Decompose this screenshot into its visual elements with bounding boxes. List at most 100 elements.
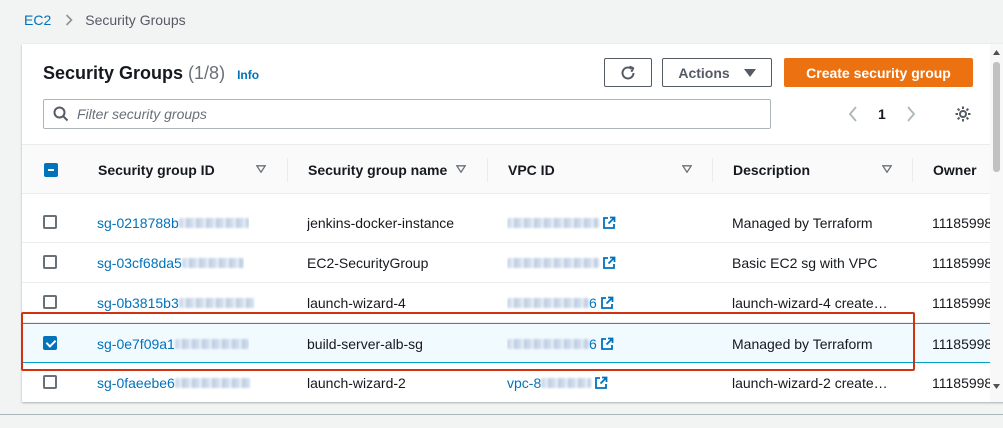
sort-icon[interactable] (456, 145, 466, 173)
external-link-icon (600, 296, 614, 310)
row-checkbox[interactable] (43, 336, 57, 350)
current-page-number[interactable]: 1 (878, 106, 886, 122)
security-group-id-link[interactable]: sg-0faeebe6 (97, 363, 251, 402)
breadcrumb-current: Security Groups (85, 12, 186, 28)
column-label: Security group name (308, 162, 448, 178)
redacted-text (174, 378, 251, 388)
security-group-id-link[interactable]: sg-03cf68da5 (97, 243, 244, 283)
description: Managed by Terraform (732, 336, 873, 352)
table-row[interactable]: sg-0218788b jenkins-docker-instance Mana… (22, 203, 1003, 243)
external-link-icon (594, 376, 608, 390)
column-label: VPC ID (508, 162, 555, 178)
sg-id-text: sg-0e7f09a1 (97, 336, 175, 352)
sg-id-text: sg-0b3815b3 (97, 295, 179, 311)
column-label: Description (733, 162, 811, 178)
vpc-id-link[interactable] (507, 203, 616, 243)
column-header-vpc-id[interactable]: VPC ID (508, 145, 555, 195)
vpc-id-link[interactable]: 6 (507, 283, 614, 323)
external-link-icon (602, 216, 616, 230)
description: launch-wizard-2 create… (732, 375, 888, 391)
security-group-name: build-server-alb-sg (307, 336, 423, 352)
refresh-icon (619, 64, 637, 82)
column-divider[interactable] (912, 158, 913, 182)
selection-count: (1/8) (188, 63, 226, 83)
redacted-text (174, 339, 249, 349)
create-security-group-button[interactable]: Create security group (784, 58, 973, 87)
column-divider[interactable] (712, 158, 713, 182)
sg-id-text: sg-03cf68da5 (97, 255, 182, 271)
table-header: Security group ID Security group name VP… (22, 144, 1003, 194)
security-groups-panel: Security Groups (1/8) Info Actions Creat… (22, 44, 1003, 402)
owner: 11185998 (932, 295, 993, 311)
description: launch-wizard-4 create… (732, 295, 888, 311)
column-header-description[interactable]: Description (733, 145, 810, 195)
redacted-text (541, 378, 592, 388)
security-group-name: EC2-SecurityGroup (307, 255, 429, 271)
owner: 11185998 (932, 255, 993, 271)
column-header-security-group-id[interactable]: Security group ID (98, 145, 215, 195)
page-title: Security Groups (43, 63, 184, 83)
breadcrumb-ec2-link[interactable]: EC2 (24, 12, 51, 28)
actions-dropdown-button[interactable]: Actions (662, 58, 772, 87)
chevron-right-icon (65, 14, 73, 26)
gear-icon[interactable] (954, 105, 972, 123)
sg-id-text: sg-0218788b (97, 215, 179, 231)
vpc-id-text: 6 (589, 295, 597, 311)
redacted-text (507, 339, 589, 349)
external-link-icon (602, 256, 616, 270)
security-group-id-link[interactable]: sg-0218788b (97, 203, 249, 243)
select-all-checkbox[interactable] (44, 163, 58, 177)
next-page-icon[interactable] (906, 106, 916, 122)
row-checkbox[interactable] (43, 255, 57, 269)
sort-icon[interactable] (256, 145, 266, 173)
description: Managed by Terraform (732, 215, 873, 231)
redacted-text (181, 258, 244, 268)
row-checkbox[interactable] (43, 375, 57, 389)
table-row[interactable]: sg-0faeebe6 launch-wizard-2 vpc-8 launch… (22, 363, 1003, 402)
redacted-text (507, 258, 599, 268)
table-row[interactable]: sg-0b3815b3 launch-wizard-4 6 launch-wiz… (22, 283, 1003, 323)
refresh-button[interactable] (604, 58, 652, 87)
scroll-up-icon[interactable] (993, 50, 1000, 55)
column-divider[interactable] (487, 158, 488, 182)
description: Basic EC2 sg with VPC (732, 255, 878, 271)
column-header-owner[interactable]: Owner (933, 145, 977, 195)
scroll-thumb[interactable] (993, 62, 1000, 172)
footer-divider (0, 414, 1003, 428)
scroll-down-icon[interactable] (993, 384, 1000, 389)
panel-header: Security Groups (1/8) Info (43, 63, 259, 84)
external-link-icon (600, 337, 614, 351)
caret-down-icon (743, 68, 756, 77)
row-checkbox[interactable] (43, 295, 57, 309)
sg-id-text: sg-0faeebe6 (97, 375, 175, 391)
previous-page-icon[interactable] (848, 106, 858, 122)
security-group-id-link[interactable]: sg-0b3815b3 (97, 283, 255, 323)
vertical-scrollbar[interactable] (990, 44, 1003, 402)
owner: 11185998 (932, 215, 993, 231)
info-link[interactable]: Info (237, 68, 259, 82)
pagination: 1 (848, 102, 916, 126)
security-group-id-link[interactable]: sg-0e7f09a1 (97, 324, 249, 364)
security-group-name: jenkins-docker-instance (307, 215, 455, 231)
redacted-text (507, 298, 589, 308)
row-checkbox[interactable] (43, 215, 57, 229)
vpc-id-link[interactable]: 6 (507, 324, 614, 364)
actions-label: Actions (678, 64, 730, 81)
vpc-id-link[interactable]: vpc-8 (507, 363, 608, 402)
column-divider[interactable] (287, 158, 288, 182)
filter-security-groups-input[interactable] (77, 106, 717, 122)
breadcrumb: EC2 Security Groups (24, 10, 186, 30)
sort-icon[interactable] (882, 145, 892, 173)
filter-box (43, 99, 771, 129)
vpc-id-text: vpc-8 (507, 375, 542, 391)
vpc-id-link[interactable] (507, 243, 616, 283)
owner: 11185998 (932, 375, 993, 391)
table-row[interactable]: sg-03cf68da5 EC2-SecurityGroup Basic EC2… (22, 243, 1003, 283)
sort-icon[interactable] (682, 145, 692, 173)
redacted-text (178, 298, 255, 308)
security-group-name: launch-wizard-2 (307, 375, 406, 391)
column-label: Security group ID (98, 162, 215, 178)
table-row-selected[interactable]: sg-0e7f09a1 build-server-alb-sg 6 Manage… (22, 323, 1003, 363)
column-header-security-group-name[interactable]: Security group name (308, 145, 447, 195)
redacted-text (178, 218, 249, 228)
